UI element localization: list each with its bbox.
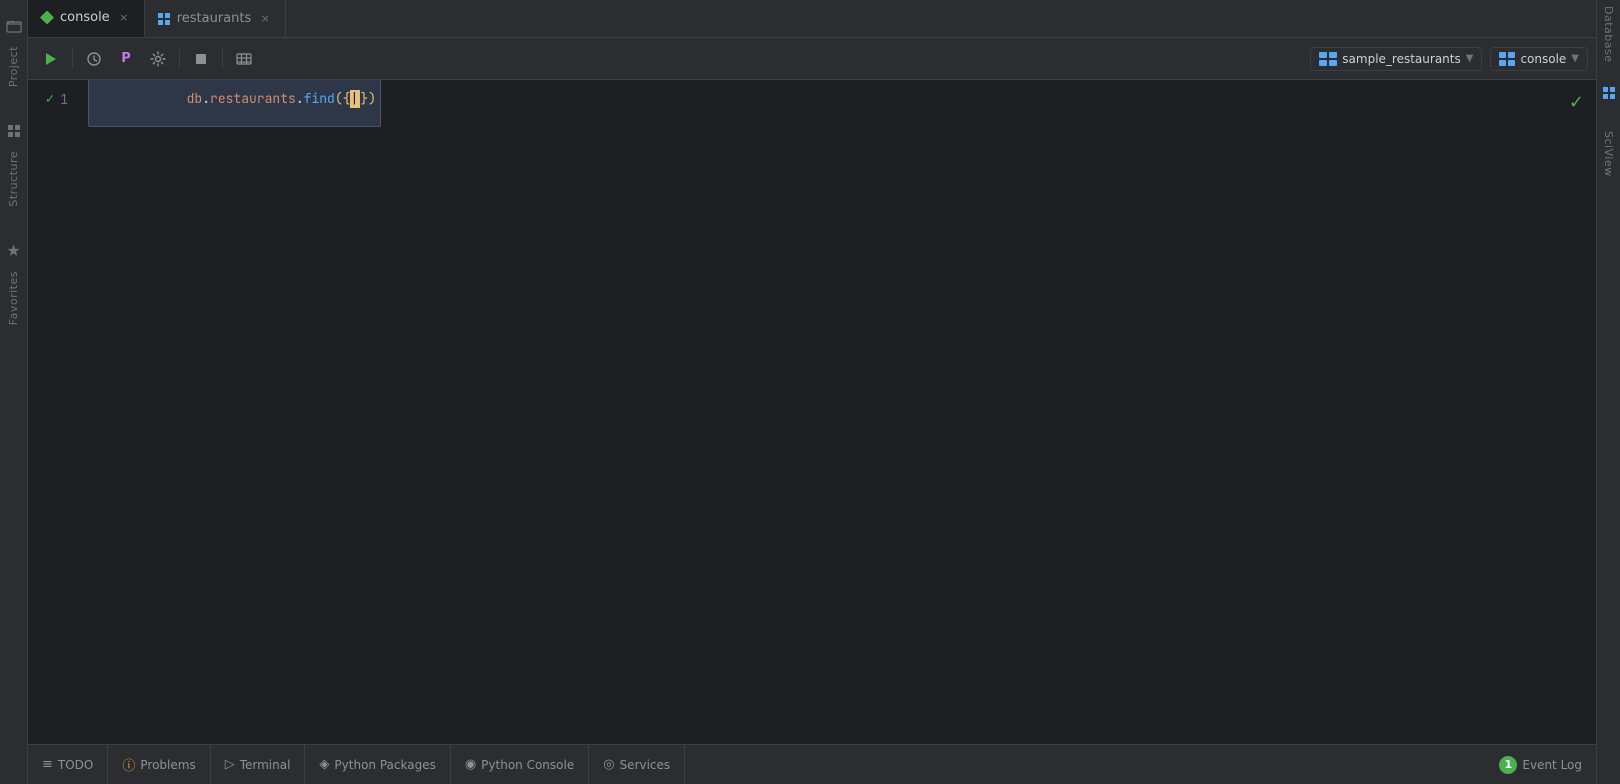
toolbar-sep-1	[72, 49, 73, 69]
favorites-sidebar-label[interactable]: Favorites	[7, 265, 20, 331]
line-numbers: ✓ 1	[28, 80, 76, 744]
code-editor[interactable]: db.restaurants.find({|})	[76, 80, 1596, 744]
grid-tab-icon	[157, 12, 171, 26]
left-sidebar: Project Structure ★ Favorites	[0, 0, 28, 784]
bottom-right: 1 Event Log	[1485, 745, 1596, 784]
stop-button[interactable]	[186, 44, 216, 74]
services-tab[interactable]: ◎ Services	[589, 745, 685, 784]
table-button[interactable]	[229, 44, 259, 74]
tab-restaurants[interactable]: restaurants ×	[145, 0, 287, 37]
python-console-label: Python Console	[481, 758, 574, 772]
python-console-icon: ◉	[465, 757, 476, 772]
tab-restaurants-label: restaurants	[177, 11, 252, 26]
left-sidebar-folder-icon[interactable]	[0, 12, 28, 40]
syn-collection: restaurants	[210, 90, 296, 107]
favorites-icon[interactable]: ★	[0, 237, 28, 265]
profile-icon: P	[121, 51, 131, 66]
problems-tab[interactable]: ⓘ Problems	[108, 745, 210, 784]
syn-open-brace: {	[343, 90, 351, 107]
event-log-button[interactable]: 1 Event Log	[1485, 756, 1596, 774]
database-sidebar-label[interactable]: Database	[1602, 0, 1615, 69]
line-num-1: 1	[60, 91, 68, 108]
syn-open-paren: (	[335, 90, 343, 107]
tab-console[interactable]: console ×	[28, 0, 145, 37]
todo-tab[interactable]: ≡ TODO	[28, 745, 108, 784]
history-button[interactable]	[79, 44, 109, 74]
code-highlighted-block: db.restaurants.find({|})	[88, 80, 381, 127]
code-line-1: db.restaurants.find({|})	[76, 88, 1596, 110]
services-label: Services	[620, 758, 671, 772]
line-check-1: ✓	[46, 90, 54, 108]
syn-close-paren: )	[368, 90, 376, 107]
python-packages-icon: ◈	[319, 757, 329, 772]
db-selector-label: sample_restaurants	[1342, 52, 1460, 66]
todo-icon: ≡	[42, 757, 53, 772]
tab-console-label: console	[60, 10, 110, 25]
tab-console-close[interactable]: ×	[116, 10, 132, 26]
event-log-badge: 1	[1499, 756, 1517, 774]
main-area: console × restaurants ×	[28, 0, 1596, 784]
tab-bar: console × restaurants ×	[28, 0, 1596, 38]
toolbar-right: sample_restaurants ▼ console ▼	[1310, 47, 1588, 71]
profile-button[interactable]: P	[111, 44, 141, 74]
mongo-icon	[40, 11, 54, 25]
db-selector-chevron: ▼	[1466, 53, 1474, 64]
run-button[interactable]	[36, 44, 66, 74]
connection-selector[interactable]: console ▼	[1490, 47, 1588, 71]
python-packages-label: Python Packages	[334, 758, 435, 772]
toolbar: P	[28, 38, 1596, 80]
toolbar-sep-2	[179, 49, 180, 69]
connection-selector-chevron: ▼	[1571, 53, 1579, 64]
python-console-tab[interactable]: ◉ Python Console	[451, 745, 589, 784]
terminal-label: Terminal	[240, 758, 291, 772]
problems-label: Problems	[140, 758, 195, 772]
terminal-icon: ▷	[225, 757, 235, 772]
terminal-tab[interactable]: ▷ Terminal	[211, 745, 306, 784]
syn-find: find	[304, 90, 335, 107]
problems-icon: ⓘ	[122, 755, 135, 774]
database-sidebar-icon	[1601, 85, 1617, 101]
cursor: |	[350, 90, 360, 108]
editor-right-check: ✓	[1569, 92, 1584, 113]
structure-sidebar-label[interactable]: Structure	[7, 145, 20, 213]
editor-area[interactable]: ✓ 1 db.restaurants.find({|}) ✓	[28, 80, 1596, 744]
project-sidebar-label[interactable]: Project	[7, 40, 20, 93]
bottom-bar: ≡ TODO ⓘ Problems ▷ Terminal ◈ Python Pa…	[28, 744, 1596, 784]
right-sidebar: Database SciView	[1596, 0, 1620, 784]
services-icon: ◎	[603, 757, 614, 772]
db-selector[interactable]: sample_restaurants ▼	[1310, 47, 1482, 71]
toolbar-sep-3	[222, 49, 223, 69]
syn-db: db	[187, 90, 203, 107]
line-number-1: ✓ 1	[28, 88, 76, 110]
tab-restaurants-close[interactable]: ×	[257, 11, 273, 27]
event-log-label: Event Log	[1522, 758, 1582, 772]
todo-label: TODO	[58, 758, 93, 772]
sciview-sidebar-label[interactable]: SciView	[1602, 125, 1615, 183]
connection-selector-label: console	[1520, 52, 1566, 66]
settings-button[interactable]	[143, 44, 173, 74]
structure-icon[interactable]	[0, 117, 28, 145]
python-packages-tab[interactable]: ◈ Python Packages	[305, 745, 450, 784]
